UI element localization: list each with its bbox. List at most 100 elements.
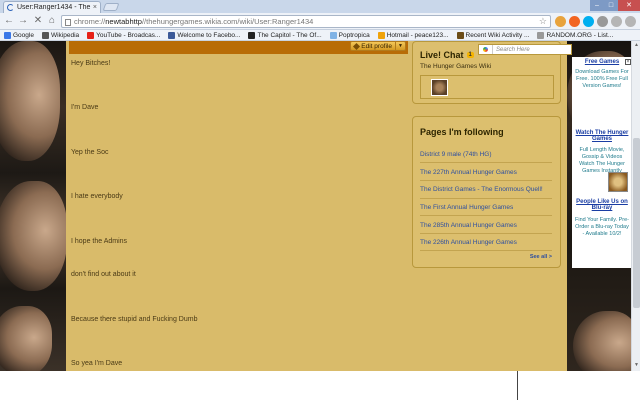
bookmark-item[interactable]: Wikipedia — [41, 31, 79, 39]
browser-toolbar: ← → ✕ ⌂ chrome:// newtabhttp //thehunger… — [0, 13, 640, 30]
home-icon[interactable]: ⌂ — [46, 15, 58, 27]
ad-text[interactable]: Find Your Family. Pre-Order a Blu-ray To… — [575, 217, 629, 238]
url-host: newtabhttp — [105, 17, 142, 26]
close-tab-icon[interactable]: × — [93, 4, 97, 11]
page-icon — [65, 19, 71, 26]
ad-thumbnail-image[interactable] — [608, 172, 628, 192]
bookmark-icon — [537, 31, 545, 39]
divider — [420, 250, 552, 251]
following-link[interactable]: District 9 male (74th HG) — [420, 151, 492, 158]
following-link[interactable]: The First Annual Hunger Games — [420, 204, 513, 211]
following-link[interactable]: The 227th Annual Hunger Games — [420, 169, 517, 176]
page-menu-icon[interactable] — [611, 16, 622, 27]
stop-icon[interactable]: ✕ — [32, 15, 44, 27]
bookmark-item[interactable]: YouTube - Broadcas... — [87, 31, 160, 39]
bookmark-icon — [41, 31, 49, 39]
address-bar[interactable]: chrome:// newtabhttp //thehungergames.wi… — [61, 15, 551, 28]
profile-text-line: I'm Dave — [71, 104, 99, 111]
bookmark-item[interactable]: RANDOM.ORG - List... — [537, 31, 613, 39]
bookmark-icon — [329, 31, 337, 39]
scroll-down-icon[interactable]: ▼ — [633, 362, 640, 369]
ad-title[interactable]: Watch The Hunger Games — [572, 130, 632, 142]
pages-following-module: Pages I'm following District 9 male (74t… — [412, 116, 561, 268]
avatar[interactable] — [431, 79, 448, 96]
extension-icons — [555, 16, 636, 27]
edit-profile-label: Edit profile — [361, 43, 392, 50]
profile-text-line: Because there stupid and Fucking Dumb — [71, 316, 198, 323]
ad-text[interactable]: Download Games For Free. 100% Free Full … — [575, 69, 629, 90]
bookmark-icon — [248, 31, 256, 39]
back-icon[interactable]: ← — [3, 15, 15, 27]
bookmark-item[interactable]: Recent Wiki Activity ... — [456, 31, 529, 39]
url-scheme: chrome:// — [74, 17, 106, 26]
divider — [420, 198, 552, 199]
background-face — [0, 306, 52, 371]
divider — [420, 180, 552, 181]
settings-icon[interactable] — [597, 16, 608, 27]
following-link[interactable]: The 226th Annual Hunger Games — [420, 239, 517, 246]
url-path: //thehungergames.wikia.com/wiki/User:Ran… — [141, 17, 314, 26]
tab-title: User:Ranger1434 - The Hu — [17, 4, 91, 11]
ad-title[interactable]: Free Games — [572, 59, 632, 65]
scroll-thumb[interactable] — [633, 138, 640, 308]
browser-tab[interactable]: User:Ranger1434 - The Hu × — [3, 1, 101, 13]
new-tab-button[interactable] — [102, 3, 120, 11]
tab-strip: User:Ranger1434 - The Hu × – □ ✕ — [0, 0, 640, 13]
bookmark-item[interactable]: Welcome to Facebo... — [168, 31, 240, 39]
chat-wiki-name: The Hunger Games Wiki — [420, 63, 492, 70]
divider — [420, 215, 552, 216]
bookmark-item[interactable]: Hotmail - peace123... — [377, 31, 449, 39]
search-engine-dropdown[interactable] — [479, 45, 493, 54]
search-engine-icon — [483, 47, 488, 52]
page-bottom-area — [0, 371, 640, 400]
bookmark-item[interactable]: Google — [4, 31, 34, 39]
ad-text[interactable]: Full Length Movie, Gossip & Videos Watch… — [575, 147, 629, 175]
following-link[interactable]: The 285th Annual Hunger Games — [420, 222, 517, 229]
profile-main-column: Edit profile ▼ Hey Bitches! I'm Dave Yep… — [66, 41, 409, 371]
ad-title[interactable]: People Like Us on Blu-ray — [572, 199, 632, 211]
background-face — [573, 311, 639, 371]
profile-text-line: don't find out about it — [71, 271, 136, 278]
divider — [420, 162, 552, 163]
divider — [420, 233, 552, 234]
wrench-icon[interactable] — [625, 16, 636, 27]
background-face — [0, 181, 67, 291]
wiki-rail: Live! Chat 1 The Hunger Games Wiki Pages … — [409, 41, 567, 371]
wiki-search-input[interactable]: Search Here — [478, 44, 572, 55]
page-scrollbar[interactable]: ▲ ▼ — [631, 41, 640, 371]
page-viewport: Edit profile ▼ Hey Bitches! I'm Dave Yep… — [0, 41, 640, 371]
bookmark-icon — [168, 31, 176, 39]
profile-header-bar: Edit profile ▼ — [69, 41, 408, 54]
profile-text-line: I hope the Admins — [71, 238, 128, 245]
maximize-icon[interactable]: □ — [604, 0, 618, 11]
skype-icon[interactable] — [583, 16, 594, 27]
following-heading: Pages I'm following — [420, 127, 504, 137]
bookmark-icon — [4, 31, 11, 39]
chevron-down-icon[interactable]: ▼ — [395, 42, 405, 50]
edit-profile-button[interactable]: Edit profile ▼ — [350, 41, 406, 51]
bookmark-star-icon[interactable]: ☆ — [539, 16, 547, 27]
profile-text-line: So yea I'm Dave — [71, 360, 123, 367]
see-all-link[interactable]: See all > — [530, 254, 552, 260]
bookmark-icon — [87, 31, 95, 39]
bookmark-icon — [377, 31, 385, 39]
search-placeholder: Search Here — [496, 46, 530, 53]
chat-users-box — [420, 75, 554, 99]
forward-icon[interactable]: → — [17, 15, 29, 27]
following-link[interactable]: The District Games - The Enormous Quell! — [420, 186, 543, 193]
profile-text-line: I hate everybody — [71, 193, 123, 200]
bookmark-item[interactable]: The Capitol - The Of... — [248, 31, 322, 39]
minimize-icon[interactable]: – — [590, 0, 604, 11]
bookmarks-bar: Google Wikipedia YouTube - Broadcas... W… — [0, 30, 640, 41]
bookmark-item[interactable]: Poptropica — [329, 31, 370, 39]
loading-icon — [7, 4, 14, 11]
chat-count-badge: 1 — [466, 52, 474, 58]
background-left-image — [0, 41, 67, 371]
window-controls: – □ ✕ — [590, 0, 640, 11]
extension-icon[interactable] — [555, 16, 566, 27]
divider — [517, 371, 518, 400]
rss-icon[interactable] — [569, 16, 580, 27]
profile-text-line: Hey Bitches! — [71, 60, 111, 67]
close-window-icon[interactable]: ✕ — [618, 0, 640, 11]
scroll-up-icon[interactable]: ▲ — [633, 42, 640, 49]
